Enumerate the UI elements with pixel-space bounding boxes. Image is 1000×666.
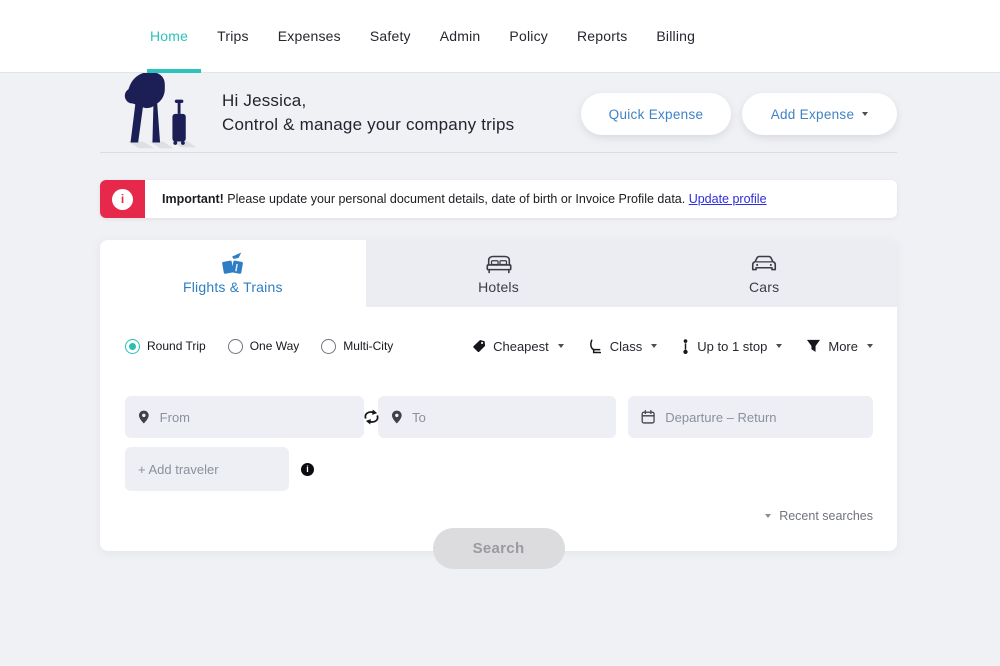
quick-expense-button[interactable]: Quick Expense: [581, 93, 731, 135]
nav-item-billing[interactable]: Billing: [656, 0, 695, 72]
chevron-down-icon: [651, 344, 657, 348]
nav-item-policy[interactable]: Policy: [509, 0, 548, 72]
chevron-down-icon: [776, 344, 782, 348]
route-fields-row: [125, 396, 873, 438]
options-row: Round Trip One Way Multi-City: [125, 337, 873, 355]
add-traveler-input[interactable]: [138, 462, 276, 477]
traveler-illustration: [118, 72, 204, 152]
add-expense-label: Add Expense: [771, 107, 855, 122]
filter-class[interactable]: Class: [588, 338, 658, 355]
chevron-down-icon: [862, 112, 868, 116]
filter-more[interactable]: More: [806, 339, 873, 354]
alert-message: Please update your personal document det…: [227, 192, 685, 206]
filter-label: More: [828, 339, 858, 354]
hero-text: Hi Jessica, Control & manage your compan…: [222, 89, 514, 137]
radio-label: One Way: [250, 339, 300, 353]
nav-item-admin[interactable]: Admin: [440, 0, 481, 72]
chevron-down-icon: [867, 344, 873, 348]
radio-round-trip[interactable]: Round Trip: [125, 339, 206, 354]
car-icon: [749, 252, 779, 276]
tab-label: Flights & Trains: [183, 279, 283, 295]
swap-icon: [361, 409, 382, 426]
radio-label: Round Trip: [147, 339, 206, 353]
filter-stops[interactable]: Up to 1 stop: [681, 338, 782, 355]
calendar-icon: [641, 409, 655, 425]
nav-item-safety[interactable]: Safety: [370, 0, 411, 72]
page-greeting: Hi Jessica,: [222, 89, 514, 113]
recent-row: Recent searches: [125, 509, 873, 523]
page-subtitle: Control & manage your company trips: [222, 113, 514, 137]
nav-item-expenses[interactable]: Expenses: [278, 0, 341, 72]
hero-section: Hi Jessica, Control & manage your compan…: [100, 73, 897, 153]
pin-icon: [391, 409, 403, 425]
filter-label: Up to 1 stop: [697, 339, 767, 354]
to-input[interactable]: [412, 410, 603, 425]
tag-icon: [472, 339, 486, 353]
radio-label: Multi-City: [343, 339, 393, 353]
filter-label: Cheapest: [493, 339, 549, 354]
recent-searches-label: Recent searches: [779, 509, 873, 523]
pin-icon: [138, 409, 150, 425]
alert-title: Important!: [162, 192, 224, 206]
filter-label: Class: [610, 339, 643, 354]
radio-multi-city[interactable]: Multi-City: [321, 339, 393, 354]
chevron-down-icon: [558, 344, 564, 348]
stops-icon: [681, 338, 690, 355]
filters: Cheapest Class: [472, 338, 873, 355]
radio-unselected-icon: [228, 339, 243, 354]
top-navigation: Home Trips Expenses Safety Admin Policy …: [0, 0, 1000, 73]
dates-field[interactable]: [628, 396, 873, 438]
from-input[interactable]: [160, 410, 351, 425]
filter-cheapest[interactable]: Cheapest: [472, 339, 564, 354]
tab-label: Cars: [749, 279, 779, 295]
to-field[interactable]: [378, 396, 617, 438]
add-traveler-field[interactable]: [125, 447, 289, 491]
nav-item-reports[interactable]: Reports: [577, 0, 627, 72]
nav-item-home[interactable]: Home: [150, 0, 188, 72]
from-field[interactable]: [125, 396, 364, 438]
alert-flag: i: [100, 180, 145, 218]
info-icon: i: [112, 189, 133, 210]
radio-selected-icon: [125, 339, 140, 354]
update-profile-link[interactable]: Update profile: [689, 192, 767, 206]
traveler-info-icon[interactable]: i: [301, 463, 314, 476]
tab-hotels[interactable]: Hotels: [366, 240, 632, 307]
swap-button[interactable]: [361, 409, 382, 426]
bed-icon: [484, 252, 514, 276]
seat-icon: [588, 338, 603, 355]
tab-cars[interactable]: Cars: [631, 240, 897, 307]
radio-one-way[interactable]: One Way: [228, 339, 300, 354]
funnel-icon: [806, 339, 821, 353]
radio-unselected-icon: [321, 339, 336, 354]
alert-banner: i Important! Please update your personal…: [100, 180, 897, 218]
booking-tabs: Flights & Trains Hotels: [100, 240, 897, 307]
hero-buttons: Quick Expense Add Expense: [581, 93, 897, 135]
tab-flights-trains[interactable]: Flights & Trains: [100, 240, 366, 307]
recent-searches-toggle[interactable]: Recent searches: [765, 509, 873, 523]
trip-type-radios: Round Trip One Way Multi-City: [125, 339, 393, 354]
add-expense-button[interactable]: Add Expense: [742, 93, 897, 135]
alert-text: Important! Please update your personal d…: [145, 192, 767, 206]
search-button[interactable]: Search: [433, 528, 565, 569]
traveler-row: i: [125, 447, 873, 491]
nav-item-trips[interactable]: Trips: [217, 0, 249, 72]
booking-card: Flights & Trains Hotels: [100, 240, 897, 551]
main-content: Hi Jessica, Control & manage your compan…: [100, 73, 897, 551]
page: Home Trips Expenses Safety Admin Policy …: [0, 0, 1000, 666]
tickets-icon: [219, 252, 247, 276]
quick-expense-label: Quick Expense: [609, 107, 704, 122]
chevron-down-icon: [765, 514, 771, 518]
booking-form: Round Trip One Way Multi-City: [100, 337, 897, 523]
tab-label: Hotels: [478, 279, 519, 295]
dates-input[interactable]: [665, 410, 860, 425]
